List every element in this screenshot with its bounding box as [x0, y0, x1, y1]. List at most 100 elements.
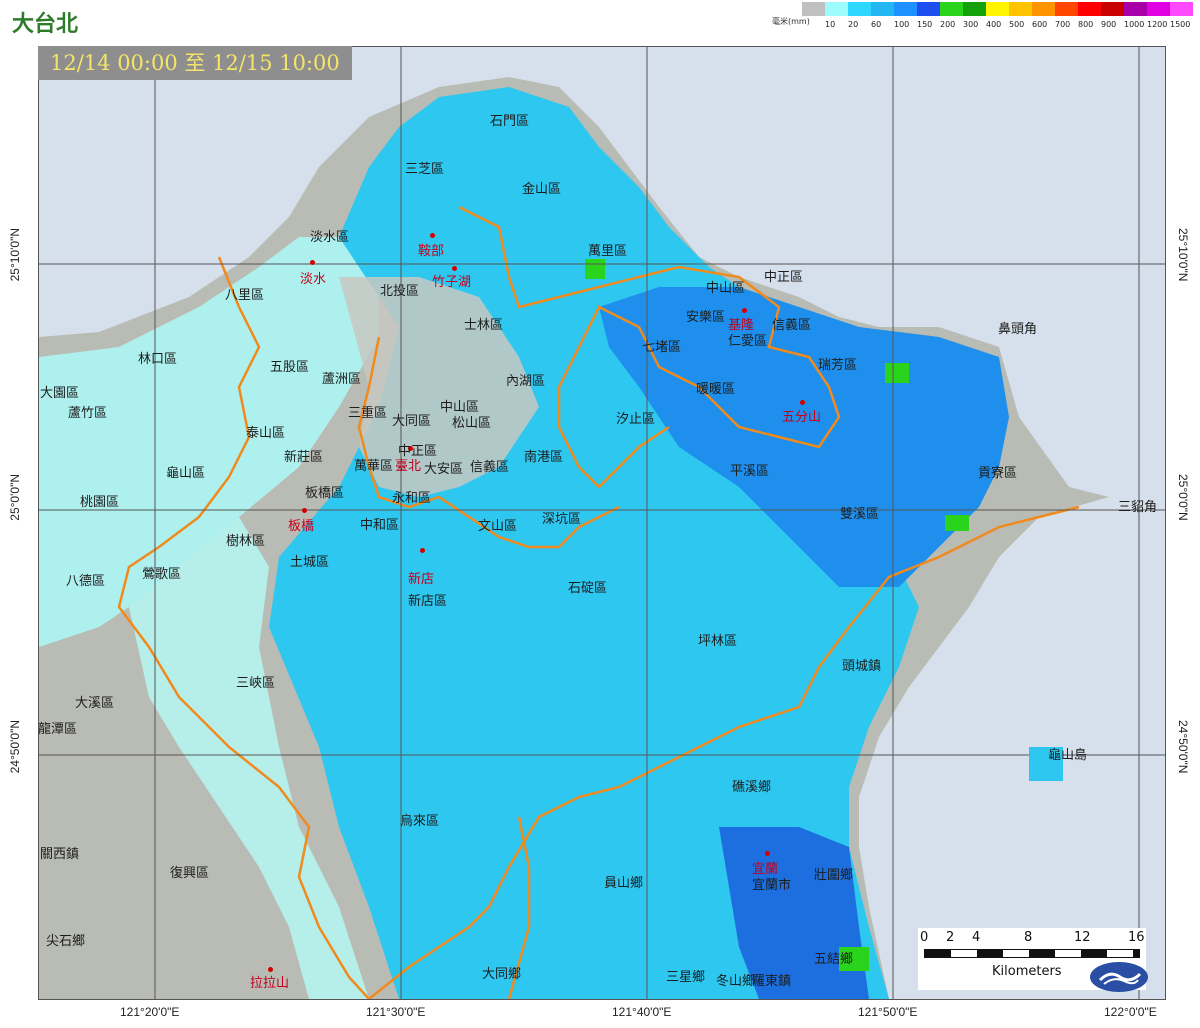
lat-tick-right: 25°10'0"N [1176, 228, 1190, 282]
legend-label: 500 [1009, 20, 1025, 29]
station-dot [742, 308, 747, 313]
legend-swatch [871, 2, 894, 16]
legend-swatch [940, 2, 963, 16]
station-dot [302, 508, 307, 513]
place-label: 林口區 [138, 352, 178, 367]
lat-tick-right: 24°50'0"N [1176, 720, 1190, 774]
legend-labels: 10 20 60 100 150 200 300 400 500 600 700 800 900 1000… [802, 20, 1193, 29]
lat-tick-left: 25°10'0"N [8, 228, 22, 282]
lon-tick: 121°30'0"E [366, 1005, 426, 1019]
legend-swatch [1101, 2, 1124, 16]
legend-swatch [1170, 2, 1193, 16]
place-label: 蘆洲區 [322, 372, 362, 387]
place-label: 大園區 [40, 386, 80, 401]
city-label[interactable]: 鞍部 [418, 240, 444, 259]
rainfall-legend: 毫米(mm) 10 20 60 100 150 200 300 400 500 600 700 800… [770, 2, 1198, 38]
place-label: 內湖區 [506, 374, 546, 389]
place-label: 中正區 [398, 444, 438, 459]
legend-label: 1500 [1170, 20, 1191, 29]
lon-tick: 122°0'0"E [1104, 1005, 1157, 1019]
place-label: 樹林區 [226, 534, 266, 549]
place-label: 七堵區 [642, 340, 682, 355]
lon-tick: 121°40'0"E [612, 1005, 672, 1019]
legend-label: 10 [825, 20, 836, 29]
legend-label: 700 [1055, 20, 1071, 29]
scale-tick: 12 [1074, 930, 1091, 945]
legend-label: 150 [917, 20, 933, 29]
place-label: 三貂角 [1118, 500, 1158, 515]
legend-color-scale [802, 2, 1193, 16]
place-label: 桃園區 [80, 495, 120, 510]
scale-tick: 4 [972, 930, 981, 945]
scale-bar-graphic [924, 949, 1140, 958]
legend-label: 200 [940, 20, 956, 29]
place-label: 石碇區 [568, 581, 608, 596]
place-label: 大安區 [424, 462, 464, 477]
place-label: 石門區 [490, 114, 530, 129]
legend-label: 400 [986, 20, 1002, 29]
rain-patch-green-1 [885, 363, 909, 383]
legend-swatch [1078, 2, 1101, 16]
place-label: 三芝區 [405, 162, 445, 177]
place-label: 鶯歌區 [142, 567, 182, 582]
legend-swatch [1124, 2, 1147, 16]
place-label: 壯圍鄉 [814, 868, 854, 883]
place-label: 暖暖區 [696, 382, 736, 397]
city-label[interactable]: 竹子湖 [432, 271, 471, 290]
place-label: 南港區 [524, 450, 564, 465]
place-label: 新店區 [408, 594, 448, 609]
city-label[interactable]: 新店 [408, 568, 434, 587]
lat-tick-left: 24°50'0"N [8, 720, 22, 774]
place-label: 五股區 [270, 360, 310, 375]
rain-patch-green-2 [945, 515, 969, 531]
place-label: 頭城鎮 [842, 659, 882, 674]
legend-swatch [917, 2, 940, 16]
place-label: 五結鄉 [814, 952, 854, 967]
place-label: 萬里區 [588, 244, 628, 259]
station-dot [800, 400, 805, 405]
lon-tick: 121°50'0"E [858, 1005, 918, 1019]
legend-swatch [1009, 2, 1032, 16]
place-label: 龜山島 [1048, 748, 1088, 763]
place-label: 蘆竹區 [68, 406, 108, 421]
lat-tick-right: 25°0'0"N [1176, 474, 1190, 521]
rain-patch-green-4 [585, 259, 605, 279]
legend-swatch [1055, 2, 1078, 16]
place-label: 平溪區 [730, 464, 770, 479]
scale-unit: Kilometers [992, 964, 1062, 979]
place-label: 三峽區 [236, 676, 276, 691]
station-dot [765, 851, 770, 856]
map-svg [39, 47, 1165, 999]
place-label: 板橋區 [305, 486, 345, 501]
station-dot [430, 233, 435, 238]
place-label: 萬華區 [354, 459, 394, 474]
legend-label: 800 [1078, 20, 1094, 29]
place-label: 文山區 [478, 519, 518, 534]
place-label: 八里區 [225, 288, 265, 303]
place-label: 新莊區 [284, 450, 324, 465]
scale-tick: 2 [946, 930, 955, 945]
city-label[interactable]: 五分山 [782, 406, 821, 425]
city-label[interactable]: 淡水 [300, 268, 326, 287]
place-label: 汐止區 [616, 412, 656, 427]
region-title: 大台北 [12, 12, 79, 37]
rainfall-map[interactable] [38, 46, 1166, 1000]
place-label: 員山鄉 [604, 876, 644, 891]
place-label: 信義區 [470, 460, 510, 475]
place-label: 中正區 [764, 270, 804, 285]
place-label: 士林區 [464, 318, 504, 333]
place-label: 安樂區 [686, 310, 726, 325]
place-label: 宜蘭市 [752, 878, 792, 893]
place-label: 關西鎮 [40, 847, 80, 862]
scale-tick: 16 [1128, 930, 1145, 945]
legend-label: 60 [871, 20, 882, 29]
legend-label: 100 [894, 20, 910, 29]
place-label: 仁愛區 [728, 334, 768, 349]
place-label: 大溪區 [75, 696, 115, 711]
date-range-label: 12/14 00:00 至 12/15 10:00 [38, 46, 352, 80]
city-label[interactable]: 拉拉山 [250, 972, 289, 991]
scale-tick: 8 [1024, 930, 1033, 945]
legend-swatch [1032, 2, 1055, 16]
city-label[interactable]: 板橋 [288, 515, 314, 534]
legend-label: 600 [1032, 20, 1048, 29]
